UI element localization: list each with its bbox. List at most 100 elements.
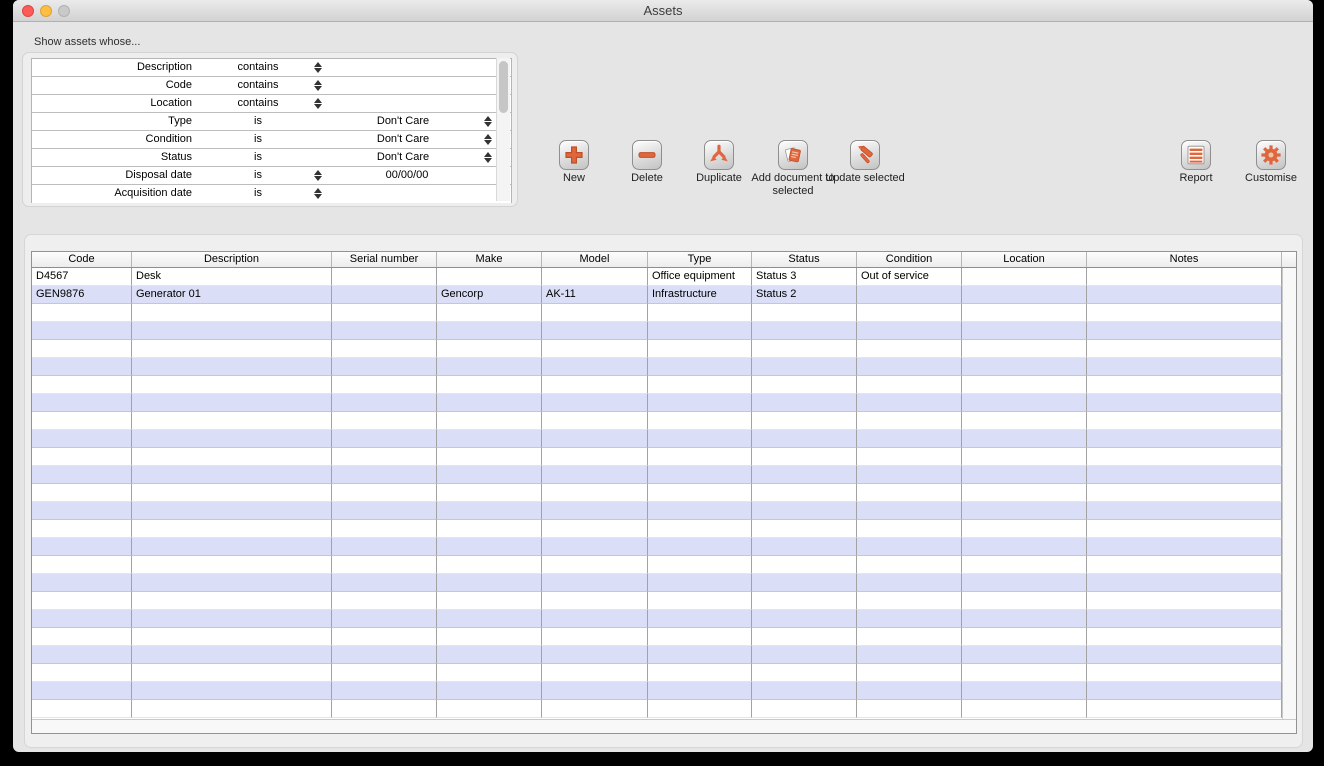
cell-location: [962, 412, 1087, 430]
cell-status: [752, 340, 857, 358]
stepper-arrows-icon[interactable]: [313, 62, 322, 73]
column-header-type[interactable]: Type: [648, 252, 752, 267]
filter-row-status: Status is Don't Care: [32, 149, 511, 167]
filter-value[interactable]: Don't Care: [328, 131, 478, 148]
stepper-arrows-icon[interactable]: [483, 116, 492, 127]
cell-code: [32, 538, 132, 556]
cell-notes: [1087, 412, 1282, 430]
column-header-description[interactable]: Description: [132, 252, 332, 267]
filter-scrollbar[interactable]: [496, 58, 510, 201]
column-header-model[interactable]: Model: [542, 252, 648, 267]
cell-type[interactable]: Infrastructure: [648, 286, 752, 304]
cell-location: [962, 610, 1087, 628]
cell-model: [542, 430, 648, 448]
customise-button[interactable]: Customise: [1225, 140, 1313, 185]
cell-serial-number: [332, 556, 437, 574]
column-header-status[interactable]: Status: [752, 252, 857, 267]
cell-status[interactable]: Status 3: [752, 268, 857, 286]
cell-type: [648, 646, 752, 664]
column-header-code[interactable]: Code: [32, 252, 132, 267]
cell-condition: [857, 484, 962, 502]
cell-location[interactable]: [962, 268, 1087, 286]
column-header-serial-number[interactable]: Serial number: [332, 252, 437, 267]
filter-value[interactable]: 00/00/00: [332, 167, 482, 184]
cell-serial-number[interactable]: [332, 268, 437, 286]
stepper-arrows-icon[interactable]: [313, 188, 322, 199]
cell-make[interactable]: [437, 268, 542, 286]
cell-notes: [1087, 322, 1282, 340]
filter-operator-select[interactable]: is: [208, 131, 308, 148]
cell-make: [437, 592, 542, 610]
filter-operator-select[interactable]: contains: [208, 95, 308, 112]
cell-description: [132, 520, 332, 538]
cell-description[interactable]: Generator 01: [132, 286, 332, 304]
stepper-arrows-icon[interactable]: [313, 170, 322, 181]
cell-location: [962, 646, 1087, 664]
cell-serial-number[interactable]: [332, 286, 437, 304]
cell-location: [962, 376, 1087, 394]
cell-location[interactable]: [962, 286, 1087, 304]
column-header-condition[interactable]: Condition: [857, 252, 962, 267]
cell-description[interactable]: Desk: [132, 268, 332, 286]
filter-operator-select[interactable]: contains: [208, 59, 308, 76]
column-header-make[interactable]: Make: [437, 252, 542, 267]
cell-serial-number: [332, 574, 437, 592]
cell-notes[interactable]: [1087, 268, 1282, 286]
update-selected-button[interactable]: Update selected: [819, 140, 911, 185]
column-header-notes[interactable]: Notes: [1087, 252, 1282, 267]
cell-type[interactable]: Office equipment: [648, 268, 752, 286]
table-row-gen9876[interactable]: GEN9876Generator 01 GencorpAK-11Infrastru…: [32, 286, 1296, 304]
cell-status[interactable]: Status 2: [752, 286, 857, 304]
cell-code[interactable]: D4567: [32, 268, 132, 286]
cell-condition[interactable]: Out of service: [857, 268, 962, 286]
cell-model: [542, 556, 648, 574]
table-row-empty: [32, 520, 1296, 538]
vertical-scrollbar[interactable]: [1282, 268, 1296, 720]
filter-value[interactable]: Don't Care: [328, 149, 478, 166]
cell-status: [752, 538, 857, 556]
cell-description: [132, 646, 332, 664]
cell-serial-number: [332, 448, 437, 466]
cell-condition[interactable]: [857, 286, 962, 304]
column-header-location[interactable]: Location: [962, 252, 1087, 267]
table-row-empty: [32, 538, 1296, 556]
cell-description: [132, 304, 332, 322]
cell-serial-number: [332, 700, 437, 718]
filter-operator-select[interactable]: is: [208, 167, 308, 184]
cell-status: [752, 394, 857, 412]
cell-code[interactable]: GEN9876: [32, 286, 132, 304]
cell-make: [437, 610, 542, 628]
cell-serial-number: [332, 340, 437, 358]
cell-model[interactable]: AK-11: [542, 286, 648, 304]
cell-make: [437, 664, 542, 682]
horizontal-scrollbar[interactable]: [32, 719, 1296, 733]
filter-operator-select[interactable]: is: [208, 185, 308, 202]
cell-type: [648, 556, 752, 574]
stepper-arrows-icon[interactable]: [313, 80, 322, 91]
filter-operator-select[interactable]: contains: [208, 77, 308, 94]
cell-description: [132, 592, 332, 610]
cell-type: [648, 430, 752, 448]
cell-notes[interactable]: [1087, 286, 1282, 304]
stepper-arrows-icon[interactable]: [483, 152, 492, 163]
filter-value[interactable]: Don't Care: [328, 113, 478, 130]
cell-make[interactable]: Gencorp: [437, 286, 542, 304]
stepper-arrows-icon[interactable]: [483, 134, 492, 145]
filter-field-label: Code: [32, 77, 200, 94]
cell-make: [437, 430, 542, 448]
cell-model: [542, 466, 648, 484]
stepper-arrows-icon[interactable]: [313, 98, 322, 109]
filter-operator-select[interactable]: is: [208, 113, 308, 130]
filter-scrollbar-thumb[interactable]: [499, 61, 508, 113]
cell-serial-number: [332, 466, 437, 484]
cell-model[interactable]: [542, 268, 648, 286]
cell-code: [32, 646, 132, 664]
table-row-empty: [32, 664, 1296, 682]
table-row-d4567[interactable]: D4567Desk Office equipmentStatus 3Out of …: [32, 268, 1296, 286]
filter-operator-select[interactable]: is: [208, 149, 308, 166]
cell-location: [962, 628, 1087, 646]
cell-make: [437, 484, 542, 502]
cell-serial-number: [332, 628, 437, 646]
filter-field-label: Status: [32, 149, 200, 166]
cell-location: [962, 538, 1087, 556]
